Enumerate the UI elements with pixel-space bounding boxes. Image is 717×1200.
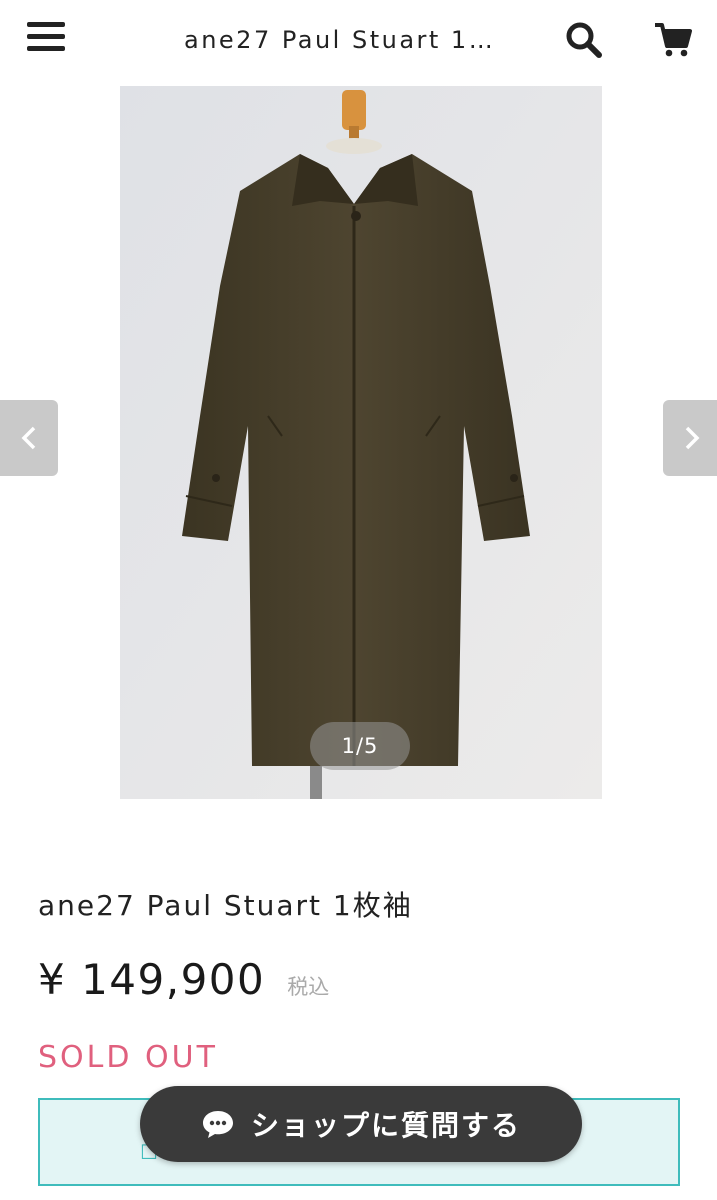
chevron-right-icon [685,426,700,450]
sold-out-label: SOLD OUT [38,1040,218,1075]
search-icon[interactable] [564,20,604,60]
chat-bubble-icon [202,1111,233,1138]
slide-counter: 1/5 [310,722,410,770]
ask-shop-label: ショップに質問する [250,1109,521,1142]
cart-icon[interactable] [653,20,693,60]
ask-shop-button[interactable]: ショップに質問する [140,1086,582,1162]
carousel-next-button[interactable] [663,400,717,476]
chevron-left-icon [21,426,36,450]
page-title: ane27 Paul Stuart 1… [184,26,496,54]
product-name: ane27 Paul Stuart 1枚袖 [38,889,413,922]
hamburger-menu-icon[interactable] [27,22,65,54]
image-carousel: 1/5 [0,86,717,800]
carousel-prev-button[interactable] [0,400,58,476]
price-row: ¥ 149,900 税込 [38,955,329,1004]
product-price: ¥ 149,900 [38,955,266,1004]
tax-label: 税込 [287,975,330,999]
product-image[interactable] [120,86,602,799]
header: ane27 Paul Stuart 1… [0,0,717,82]
